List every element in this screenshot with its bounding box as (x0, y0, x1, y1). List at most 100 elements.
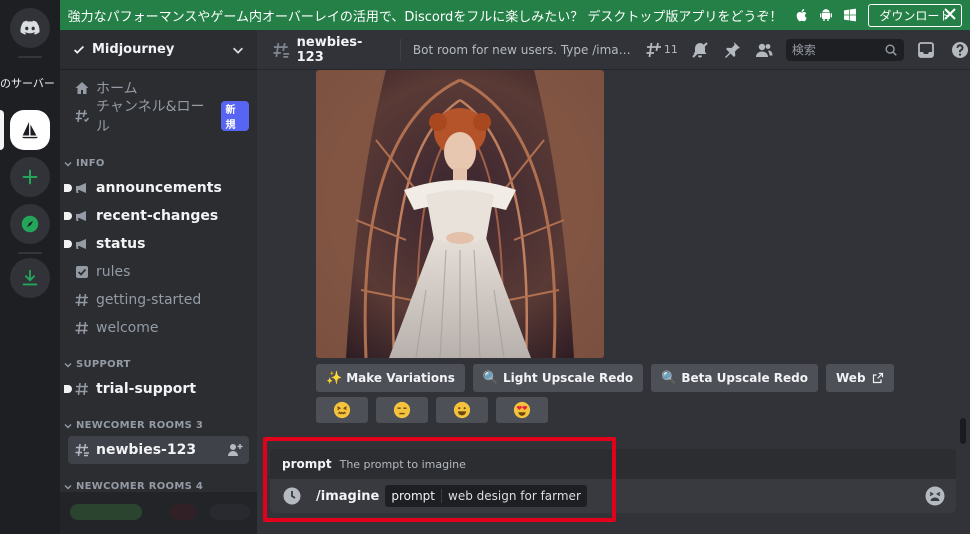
mute-bell-icon[interactable] (690, 40, 710, 60)
unread-indicator (64, 184, 72, 192)
category-newcomer-rooms-4[interactable]: NEWCOMER ROOMS 4 (64, 481, 203, 492)
unread-indicator (64, 385, 72, 393)
smiling-face-icon (453, 401, 471, 419)
sidebar-item-channels-roles[interactable]: チャンネル&ロール 新規 (68, 99, 249, 135)
chevron-down-icon (64, 484, 72, 489)
make-variations-button[interactable]: ✨ Make Variations (316, 364, 465, 392)
command-parameter[interactable]: prompt web design for farmer (385, 485, 587, 507)
threads-button[interactable]: 11 (644, 40, 678, 60)
category-label: SUPPORT (76, 359, 131, 370)
megaphone-icon (76, 239, 86, 249)
button-label: Web (836, 371, 866, 385)
explore-compass-icon[interactable] (10, 204, 50, 244)
invite-user-icon[interactable] (227, 442, 243, 458)
midjourney-server-icon[interactable] (10, 110, 50, 150)
header-divider (399, 38, 401, 61)
sidebar-item-getting-started[interactable]: getting-started (68, 286, 249, 314)
message-scrollbar[interactable] (960, 418, 966, 444)
rating-emoji-row (316, 397, 548, 423)
parameter-name: prompt (385, 489, 442, 503)
unamused-face-icon (393, 401, 411, 419)
category-info[interactable]: INFO (64, 158, 105, 169)
message-composer[interactable]: /imagine prompt web design for farmer (270, 479, 956, 513)
magnifier-icon: 🔍 (661, 370, 678, 386)
sidebar-item-label: recent-changes (96, 208, 219, 224)
channel-topic[interactable]: Bot room for new users. Type /imagine th… (413, 43, 634, 57)
sidebar-item-label: rules (96, 264, 131, 280)
sparkles-icon: ✨ (326, 370, 343, 386)
category-support[interactable]: SUPPORT (64, 359, 131, 370)
channel-browse-icon (75, 109, 90, 123)
inbox-icon[interactable] (916, 40, 936, 60)
sidebar-item-label: welcome (96, 320, 159, 336)
unread-indicator (64, 240, 72, 248)
home-icon (75, 82, 89, 94)
category-label: INFO (76, 158, 105, 169)
chevron-down-icon (233, 47, 243, 54)
new-badge: 新規 (221, 101, 249, 131)
blurred-control (210, 504, 250, 520)
heart-eyes-face-icon (513, 401, 531, 419)
button-label: Beta Upscale Redo (681, 371, 808, 385)
generated-image[interactable] (316, 70, 604, 358)
sidebar-item-trial-support[interactable]: trial-support (64, 375, 249, 403)
close-icon[interactable] (942, 6, 958, 22)
option-description: The prompt to imagine (339, 457, 466, 471)
sidebar-item-status[interactable]: status (64, 230, 249, 258)
thread-count: 11 (663, 43, 678, 56)
server-header[interactable]: Midjourney (60, 30, 257, 70)
hashtag-icon (75, 321, 88, 335)
megaphone-icon (76, 211, 86, 221)
command-option-popup[interactable]: prompt The prompt to imagine (270, 449, 956, 479)
button-label: Light Upscale Redo (503, 371, 634, 385)
option-name: prompt (282, 457, 332, 471)
sidebar-item-label: trial-support (96, 381, 197, 397)
sidebar-item-label: ホーム (96, 81, 138, 97)
channel-sidebar: Midjourney ホーム チャンネル&ロール 新規 INFO announc… (60, 30, 257, 534)
action-button-row: ✨ Make Variations 🔍 Light Upscale Redo 🔍… (316, 364, 894, 392)
chevron-down-icon (64, 362, 72, 367)
rating-awful-button[interactable] (316, 397, 368, 423)
server-folder-label[interactable]: のサーバー (0, 72, 60, 96)
magnifier-icon: 🔍 (482, 370, 500, 386)
server-rail: のサーバー (0, 0, 60, 534)
sidebar-item-welcome[interactable]: welcome (68, 314, 249, 342)
verified-check-icon (74, 45, 84, 54)
discord-home-icon[interactable] (10, 8, 50, 48)
sidebar-item-label: チャンネル&ロール (96, 99, 205, 135)
desktop-app-banner: 強力なパフォーマンスやゲーム内オーバーレイの活用で、Discordをフルに楽しみ… (60, 0, 970, 30)
rating-bad-button[interactable] (376, 397, 428, 423)
sidebar-item-newbies-123[interactable]: newbies-123 (68, 436, 249, 464)
add-server-icon[interactable] (10, 157, 50, 197)
confounded-face-icon (333, 401, 351, 419)
members-icon[interactable] (754, 40, 774, 60)
help-icon[interactable] (950, 40, 970, 60)
os-icons (794, 7, 858, 23)
light-upscale-redo-button[interactable]: 🔍 Light Upscale Redo (472, 364, 644, 392)
rating-love-button[interactable] (496, 397, 548, 423)
category-label: NEWCOMER ROOMS 4 (76, 481, 204, 492)
sidebar-item-announcements[interactable]: announcements (64, 174, 249, 202)
search-icon (885, 43, 897, 56)
prompt-input[interactable]: web design for farmer (442, 489, 587, 503)
beta-upscale-redo-button[interactable]: 🔍 Beta Upscale Redo (651, 364, 818, 392)
web-link-button[interactable]: Web (826, 364, 894, 392)
hashtag-icon (75, 382, 88, 396)
emoji-picker-icon[interactable] (924, 485, 946, 507)
sidebar-item-rules[interactable]: rules (68, 258, 249, 286)
user-panel (60, 492, 257, 534)
server-name: Midjourney (92, 42, 175, 57)
blurred-control (170, 504, 196, 520)
sidebar-item-recent-changes[interactable]: recent-changes (64, 202, 249, 230)
chevron-down-icon (64, 161, 72, 166)
category-newcomer-rooms-3[interactable]: NEWCOMER ROOMS 3 (64, 420, 203, 431)
download-apps-icon[interactable] (10, 258, 50, 298)
pin-icon[interactable] (722, 40, 742, 60)
sidebar-item-label: getting-started (96, 292, 202, 308)
search-input[interactable]: 検索 (785, 38, 904, 61)
channel-header: newbies-123 Bot room for new users. Type… (257, 30, 970, 70)
header-right-tools (916, 40, 970, 60)
rating-good-button[interactable] (436, 397, 488, 423)
unread-indicator (64, 212, 72, 220)
thread-hashtag-icon (75, 443, 89, 457)
